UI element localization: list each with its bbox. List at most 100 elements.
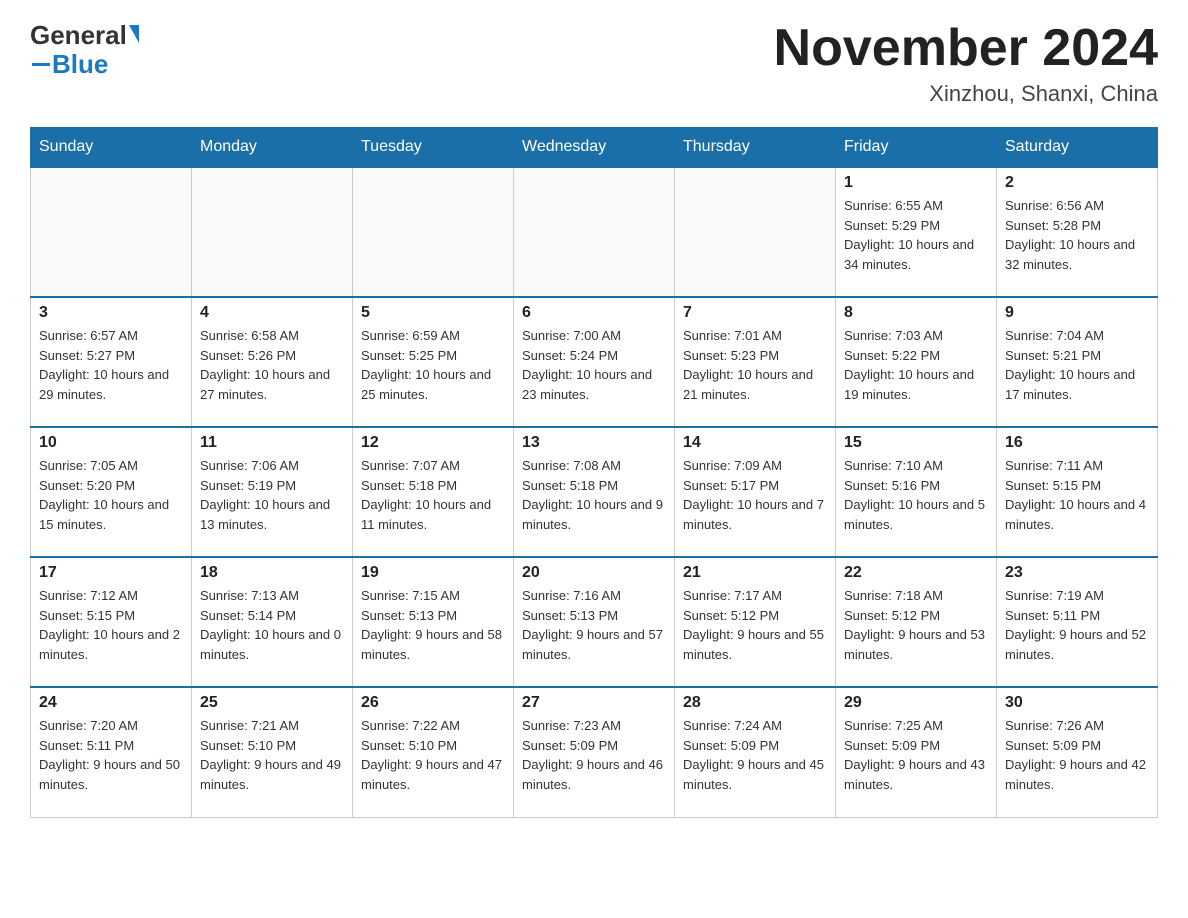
day-number: 6: [522, 304, 666, 322]
day-number: 5: [361, 304, 505, 322]
day-number: 28: [683, 694, 827, 712]
day-number: 23: [1005, 564, 1149, 582]
calendar-day-cell: [353, 167, 514, 297]
day-info: Sunrise: 6:58 AMSunset: 5:26 PMDaylight:…: [200, 326, 344, 404]
day-info: Sunrise: 7:01 AMSunset: 5:23 PMDaylight:…: [683, 326, 827, 404]
calendar-week-row: 1 Sunrise: 6:55 AMSunset: 5:29 PMDaylight…: [31, 167, 1158, 297]
day-number: 25: [200, 694, 344, 712]
weekday-header-friday: Friday: [836, 128, 997, 168]
day-info: Sunrise: 7:00 AMSunset: 5:24 PMDaylight:…: [522, 326, 666, 404]
day-number: 13: [522, 434, 666, 452]
calendar-day-cell: 10 Sunrise: 7:05 AMSunset: 5:20 PMDayligh…: [31, 427, 192, 557]
calendar-day-cell: [31, 167, 192, 297]
weekday-header-tuesday: Tuesday: [353, 128, 514, 168]
day-number: 12: [361, 434, 505, 452]
day-number: 29: [844, 694, 988, 712]
calendar-week-row: 3 Sunrise: 6:57 AMSunset: 5:27 PMDaylight…: [31, 297, 1158, 427]
logo-triangle-icon: [129, 25, 139, 43]
day-number: 17: [39, 564, 183, 582]
calendar-day-cell: 17 Sunrise: 7:12 AMSunset: 5:15 PMDayligh…: [31, 557, 192, 687]
calendar-day-cell: [192, 167, 353, 297]
calendar-day-cell: 4 Sunrise: 6:58 AMSunset: 5:26 PMDaylight…: [192, 297, 353, 427]
day-info: Sunrise: 6:56 AMSunset: 5:28 PMDaylight:…: [1005, 196, 1149, 274]
day-number: 11: [200, 434, 344, 452]
day-number: 26: [361, 694, 505, 712]
month-title: November 2024: [774, 20, 1158, 77]
weekday-header-monday: Monday: [192, 128, 353, 168]
day-info: Sunrise: 7:08 AMSunset: 5:18 PMDaylight:…: [522, 456, 666, 534]
day-info: Sunrise: 6:57 AMSunset: 5:27 PMDaylight:…: [39, 326, 183, 404]
calendar-day-cell: [675, 167, 836, 297]
calendar-week-row: 17 Sunrise: 7:12 AMSunset: 5:15 PMDayligh…: [31, 557, 1158, 687]
calendar-day-cell: 14 Sunrise: 7:09 AMSunset: 5:17 PMDayligh…: [675, 427, 836, 557]
calendar-week-row: 10 Sunrise: 7:05 AMSunset: 5:20 PMDayligh…: [31, 427, 1158, 557]
calendar-day-cell: 27Sunrise: 7:23 AMSunset: 5:09 PMDayligh…: [514, 687, 675, 817]
day-info: Sunrise: 6:59 AMSunset: 5:25 PMDaylight:…: [361, 326, 505, 404]
day-info: Sunrise: 7:10 AMSunset: 5:16 PMDaylight:…: [844, 456, 988, 534]
day-number: 7: [683, 304, 827, 322]
day-info: Sunrise: 7:22 AMSunset: 5:10 PMDaylight:…: [361, 716, 505, 794]
day-info: Sunrise: 7:06 AMSunset: 5:19 PMDaylight:…: [200, 456, 344, 534]
day-info: Sunrise: 6:55 AMSunset: 5:29 PMDaylight:…: [844, 196, 988, 274]
day-number: 4: [200, 304, 344, 322]
day-info: Sunrise: 7:09 AMSunset: 5:17 PMDaylight:…: [683, 456, 827, 534]
calendar-day-cell: [514, 167, 675, 297]
calendar-day-cell: 13 Sunrise: 7:08 AMSunset: 5:18 PMDayligh…: [514, 427, 675, 557]
weekday-header-thursday: Thursday: [675, 128, 836, 168]
day-info: Sunrise: 7:18 AMSunset: 5:12 PMDaylight:…: [844, 586, 988, 664]
logo: General Blue: [30, 20, 139, 80]
day-number: 2: [1005, 174, 1149, 192]
day-number: 3: [39, 304, 183, 322]
day-info: Sunrise: 7:15 AMSunset: 5:13 PMDaylight:…: [361, 586, 505, 664]
day-info: Sunrise: 7:17 AMSunset: 5:12 PMDaylight:…: [683, 586, 827, 664]
calendar-day-cell: 19 Sunrise: 7:15 AMSunset: 5:13 PMDayligh…: [353, 557, 514, 687]
day-info: Sunrise: 7:04 AMSunset: 5:21 PMDaylight:…: [1005, 326, 1149, 404]
weekday-header-wednesday: Wednesday: [514, 128, 675, 168]
day-info: Sunrise: 7:21 AMSunset: 5:10 PMDaylight:…: [200, 716, 344, 794]
day-number: 22: [844, 564, 988, 582]
day-info: Sunrise: 7:12 AMSunset: 5:15 PMDaylight:…: [39, 586, 183, 664]
day-number: 30: [1005, 694, 1149, 712]
calendar-day-cell: 18Sunrise: 7:13 AMSunset: 5:14 PMDayligh…: [192, 557, 353, 687]
day-info: Sunrise: 7:16 AMSunset: 5:13 PMDaylight:…: [522, 586, 666, 664]
day-info: Sunrise: 7:07 AMSunset: 5:18 PMDaylight:…: [361, 456, 505, 534]
day-info: Sunrise: 7:05 AMSunset: 5:20 PMDaylight:…: [39, 456, 183, 534]
location-text: Xinzhou, Shanxi, China: [774, 81, 1158, 107]
day-number: 19: [361, 564, 505, 582]
calendar-week-row: 24Sunrise: 7:20 AMSunset: 5:11 PMDayligh…: [31, 687, 1158, 817]
weekday-header-saturday: Saturday: [997, 128, 1158, 168]
calendar-day-cell: 16 Sunrise: 7:11 AMSunset: 5:15 PMDayligh…: [997, 427, 1158, 557]
calendar-table: SundayMondayTuesdayWednesdayThursdayFrid…: [30, 127, 1158, 818]
day-number: 14: [683, 434, 827, 452]
day-info: Sunrise: 7:25 AMSunset: 5:09 PMDaylight:…: [844, 716, 988, 794]
calendar-day-cell: 3 Sunrise: 6:57 AMSunset: 5:27 PMDaylight…: [31, 297, 192, 427]
day-number: 27: [522, 694, 666, 712]
calendar-day-cell: 21 Sunrise: 7:17 AMSunset: 5:12 PMDayligh…: [675, 557, 836, 687]
calendar-day-cell: 29 Sunrise: 7:25 AMSunset: 5:09 PMDayligh…: [836, 687, 997, 817]
calendar-day-cell: 28Sunrise: 7:24 AMSunset: 5:09 PMDayligh…: [675, 687, 836, 817]
calendar-day-cell: 11 Sunrise: 7:06 AMSunset: 5:19 PMDayligh…: [192, 427, 353, 557]
page-header: General Blue November 2024 Xinzhou, Shan…: [30, 20, 1158, 107]
logo-general-text: General: [30, 20, 127, 51]
calendar-day-cell: 5 Sunrise: 6:59 AMSunset: 5:25 PMDaylight…: [353, 297, 514, 427]
day-number: 21: [683, 564, 827, 582]
day-number: 20: [522, 564, 666, 582]
weekday-header-sunday: Sunday: [31, 128, 192, 168]
calendar-day-cell: 6 Sunrise: 7:00 AMSunset: 5:24 PMDaylight…: [514, 297, 675, 427]
day-number: 24: [39, 694, 183, 712]
day-number: 8: [844, 304, 988, 322]
day-number: 16: [1005, 434, 1149, 452]
day-number: 1: [844, 174, 988, 192]
logo-blue-text: Blue: [52, 49, 108, 80]
day-info: Sunrise: 7:26 AMSunset: 5:09 PMDaylight:…: [1005, 716, 1149, 794]
title-area: November 2024 Xinzhou, Shanxi, China: [774, 20, 1158, 107]
calendar-header-row: SundayMondayTuesdayWednesdayThursdayFrid…: [31, 128, 1158, 168]
calendar-day-cell: 15Sunrise: 7:10 AMSunset: 5:16 PMDayligh…: [836, 427, 997, 557]
calendar-day-cell: 22 Sunrise: 7:18 AMSunset: 5:12 PMDayligh…: [836, 557, 997, 687]
calendar-day-cell: 24Sunrise: 7:20 AMSunset: 5:11 PMDayligh…: [31, 687, 192, 817]
day-info: Sunrise: 7:11 AMSunset: 5:15 PMDaylight:…: [1005, 456, 1149, 534]
day-number: 10: [39, 434, 183, 452]
calendar-day-cell: 8Sunrise: 7:03 AMSunset: 5:22 PMDaylight…: [836, 297, 997, 427]
calendar-day-cell: 7 Sunrise: 7:01 AMSunset: 5:23 PMDaylight…: [675, 297, 836, 427]
calendar-day-cell: 20 Sunrise: 7:16 AMSunset: 5:13 PMDayligh…: [514, 557, 675, 687]
